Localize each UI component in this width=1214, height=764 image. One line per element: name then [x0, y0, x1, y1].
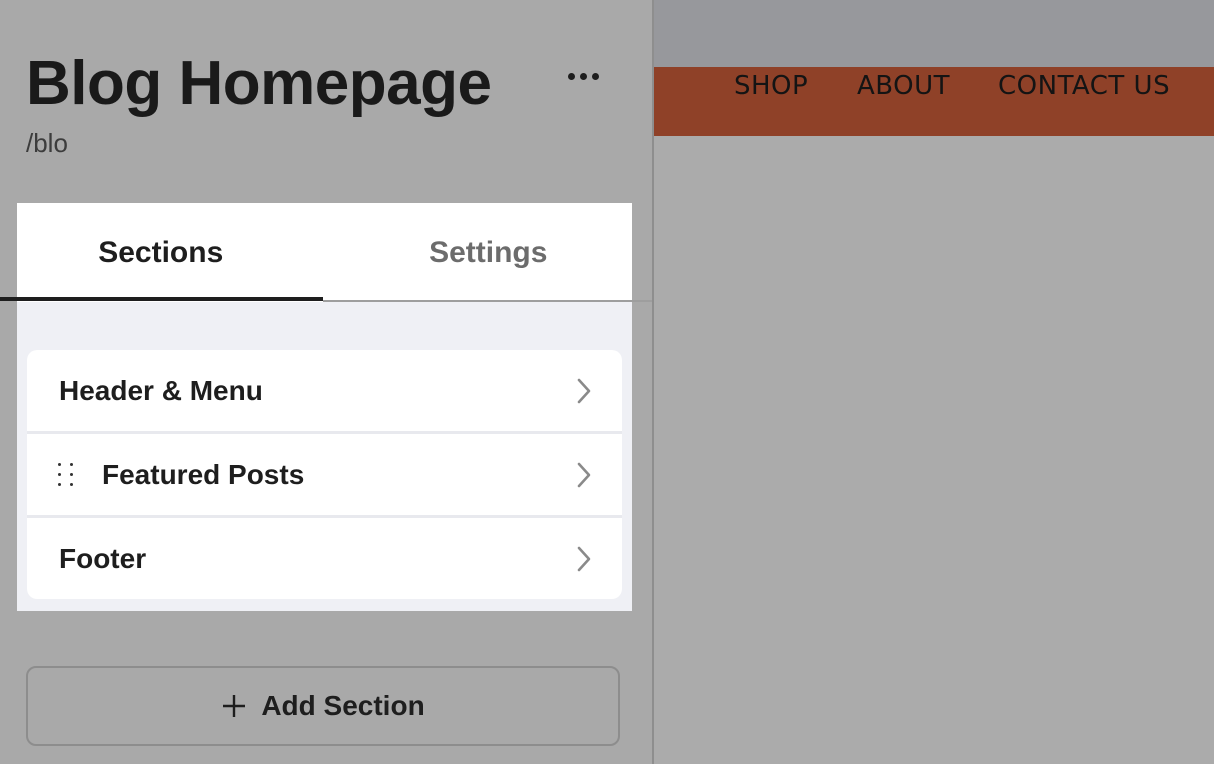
- nav-link-about[interactable]: ABOUT: [857, 71, 950, 101]
- nav-link-contact-us[interactable]: CONTACT US: [998, 71, 1170, 101]
- chevron-right-icon: [577, 462, 591, 487]
- nav-link-shop[interactable]: SHOP: [734, 71, 808, 101]
- tab-bar: Sections Settings: [17, 203, 632, 302]
- more-options-button[interactable]: [556, 56, 610, 96]
- section-item-featured-posts[interactable]: Featured Posts: [27, 434, 622, 515]
- active-tab-indicator: [0, 297, 323, 301]
- editor-panel: Blog Homepage /blo Sections Settings Hea…: [0, 0, 652, 764]
- preview-top-bar: [654, 0, 1214, 67]
- plus-icon: [223, 695, 246, 717]
- chevron-right-icon: [577, 378, 591, 403]
- chevron-right-icon: [577, 546, 591, 571]
- section-item-header-menu[interactable]: Header & Menu: [27, 350, 622, 431]
- sections-panel: Header & Menu Featured Posts Footer: [17, 302, 632, 611]
- section-item-footer[interactable]: Footer: [27, 518, 622, 599]
- drag-handle-icon[interactable]: [58, 462, 76, 488]
- page-title: Blog Homepage: [26, 49, 492, 118]
- preview-nav-bar: SHOP ABOUT CONTACT US: [654, 67, 1214, 136]
- section-label: Featured Posts: [102, 458, 305, 490]
- section-label: Footer: [59, 542, 147, 574]
- add-section-button[interactable]: Add Section: [26, 666, 620, 746]
- section-label: Header & Menu: [59, 374, 263, 406]
- page-preview: SHOP ABOUT CONTACT US: [654, 0, 1214, 764]
- tab-sections[interactable]: Sections: [17, 203, 315, 302]
- sections-list: Header & Menu Featured Posts Footer: [27, 350, 622, 599]
- page-slug: /blo: [26, 128, 68, 158]
- tab-settings[interactable]: Settings: [315, 203, 633, 302]
- more-horizontal-icon: [567, 72, 575, 80]
- add-section-label: Add Section: [261, 690, 425, 721]
